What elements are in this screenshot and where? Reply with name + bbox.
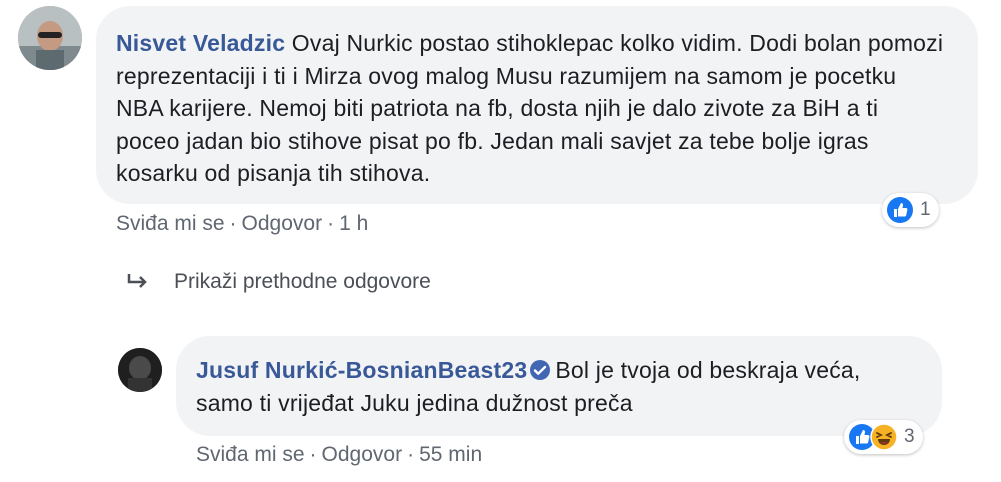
reply-reactions[interactable]: 3 bbox=[844, 420, 923, 454]
comment-reactions[interactable]: 1 bbox=[882, 193, 939, 227]
comment-actions: Sviđa mi se · Odgovor · 1 h bbox=[116, 212, 368, 236]
separator: · bbox=[309, 443, 317, 466]
reply-reply-link[interactable]: Odgovor bbox=[322, 443, 403, 466]
like-icon bbox=[887, 197, 913, 223]
commenter-photo bbox=[18, 6, 82, 70]
show-previous-replies-label[interactable]: Prikaži prethodne odgovore bbox=[174, 270, 431, 294]
separator: · bbox=[327, 212, 335, 235]
separator: · bbox=[229, 212, 237, 235]
comment-timestamp[interactable]: 1 h bbox=[339, 212, 368, 235]
reply-like-link[interactable]: Sviđa mi se bbox=[196, 443, 305, 466]
commenter-avatar[interactable] bbox=[18, 6, 82, 70]
reaction-count: 1 bbox=[920, 199, 931, 220]
reply-body: Jusuf Nurkić-BosnianBeast23 Bol je tvoja… bbox=[196, 354, 916, 419]
show-previous-replies[interactable]: Prikaži prethodne odgovore bbox=[126, 270, 431, 294]
reply-avatar[interactable] bbox=[118, 348, 162, 392]
reply-actions: Sviđa mi se · Odgovor · 55 min bbox=[196, 443, 482, 467]
comment-body: Nisvet Veladzic Ovaj Nurkic postao stiho… bbox=[116, 27, 946, 190]
reply-author[interactable]: Jusuf Nurkić-BosnianBeast23 bbox=[196, 357, 527, 383]
reply-arrow-icon bbox=[127, 274, 147, 288]
reaction-count: 3 bbox=[904, 426, 915, 447]
comment-author[interactable]: Nisvet Veladzic bbox=[116, 30, 285, 56]
reply-photo bbox=[118, 348, 162, 392]
verified-badge-icon bbox=[530, 360, 551, 380]
comment-reply-link[interactable]: Odgovor bbox=[242, 212, 323, 235]
comment-like-link[interactable]: Sviđa mi se bbox=[116, 212, 225, 235]
separator: · bbox=[407, 443, 415, 466]
reply-timestamp[interactable]: 55 min bbox=[419, 443, 482, 466]
haha-icon bbox=[870, 423, 898, 451]
